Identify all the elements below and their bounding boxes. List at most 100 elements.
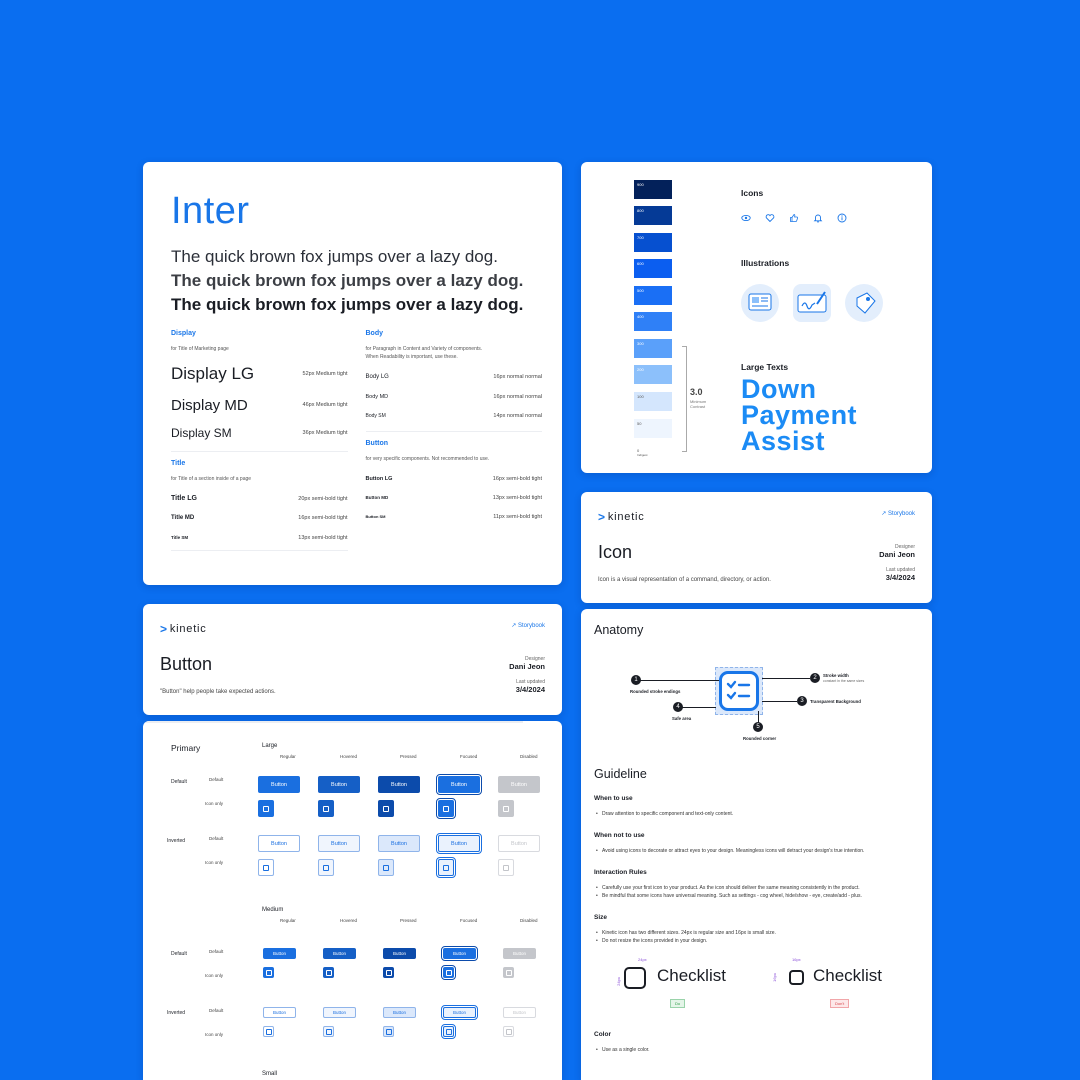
button-variants-grid: Large Regular Hovered Pressed Focused Disable… (143, 721, 562, 1077)
sample-button[interactable]: Button (436, 833, 482, 854)
icon-only-button[interactable] (503, 1026, 514, 1037)
icon-only-button[interactable] (323, 967, 334, 978)
row-label: Default (209, 949, 224, 954)
plus-square-icon (385, 969, 392, 976)
divider (171, 451, 348, 452)
icon-only-button[interactable] (318, 800, 334, 817)
type-spec: 52px Medium tight (302, 371, 348, 377)
sample-button[interactable]: Button (503, 948, 536, 959)
icon-only-button[interactable] (436, 857, 456, 878)
plus-square-icon (443, 805, 449, 812)
icon-only-button[interactable] (503, 967, 514, 978)
state-column-header: Hovered (340, 918, 358, 923)
checklist-icon-24 (624, 967, 646, 989)
icon-only-button[interactable] (383, 967, 394, 978)
icon-only-button[interactable] (318, 859, 334, 876)
button-matrix-card: Primary Large Regular Hovered Pressed Focuse… (143, 721, 562, 1080)
sample-button[interactable]: Button (323, 948, 356, 959)
sample-button[interactable]: Button (383, 948, 416, 959)
sample-button[interactable]: Button (441, 946, 478, 961)
sample-button[interactable]: Button (263, 948, 296, 959)
guideline-heading: Guideline (594, 767, 647, 781)
kinetic-logo[interactable]: > kinetic (598, 510, 915, 524)
plus-square-icon (385, 1028, 392, 1035)
button-type-heading: Button (365, 440, 389, 447)
size-16-label-vertical: 16px (771, 973, 777, 982)
sample-button[interactable]: Button (323, 1007, 356, 1018)
checklist-label: Checklist (813, 966, 882, 985)
body-heading: Body (365, 330, 384, 337)
icon-only-button[interactable] (498, 859, 514, 876)
title-heading: Title (171, 460, 186, 467)
icon-only-button[interactable] (378, 859, 394, 876)
plus-square-icon (383, 805, 389, 812)
type-spec: 16px semi-bold tight (492, 475, 542, 482)
icon-only-button[interactable] (378, 800, 394, 817)
sample-button[interactable]: Button (258, 776, 300, 793)
sample-button[interactable]: Button (498, 835, 540, 852)
illustration-tag (845, 284, 883, 322)
thumbs-up-icon (790, 214, 798, 222)
bell-icon (813, 214, 823, 223)
sample-button[interactable]: Button (503, 1007, 536, 1018)
sample-button[interactable]: Button (383, 1007, 416, 1018)
illustrations-heading: Illustrations (741, 258, 790, 268)
plus-square-icon (505, 1028, 512, 1035)
sample-button[interactable]: Button (318, 776, 360, 793)
anatomy-diagram: 1 Rounded stroke endings 2 Stroke width … (594, 645, 919, 755)
icon-only-button[interactable] (436, 798, 456, 819)
color-swatch: 600 (634, 259, 672, 278)
sample-button[interactable]: Button (498, 776, 540, 793)
icon-only-button[interactable] (258, 800, 274, 817)
anatomy-marker-2: 2 (810, 673, 820, 683)
sample-button[interactable]: Button (378, 776, 420, 793)
button-type-desc: for very specific components. Not recomm… (365, 456, 490, 462)
type-column-right: Body for Paragraph in Content and Variet… (365, 330, 542, 553)
sample-button[interactable]: Button (318, 835, 360, 852)
type-column-left: Display for Title of Marketing page Disp… (171, 330, 348, 553)
icon-only-button[interactable] (263, 967, 274, 978)
icon-only-button[interactable] (263, 1026, 274, 1037)
sample-button[interactable]: Button (263, 1007, 296, 1018)
large-text-line: Assist (741, 426, 826, 456)
plus-square-icon (323, 864, 329, 871)
icon-only-button[interactable] (441, 1024, 456, 1039)
storybook-link[interactable]: ↗ Storybook (511, 622, 545, 629)
contrast-bracket (682, 346, 687, 452)
icon-only-button[interactable] (441, 965, 456, 980)
anatomy-marker-3: 3 (797, 696, 807, 706)
icon-only-button[interactable] (323, 1026, 334, 1037)
color-swatch: 100 (634, 392, 672, 411)
icon-only-button[interactable] (498, 800, 514, 817)
icon-only-button[interactable] (258, 859, 274, 876)
color-swatch: 500 (634, 286, 672, 305)
body-desc: for Paragraph in Content and Variety of … (365, 346, 483, 352)
brand-name: kinetic (607, 511, 645, 523)
kinetic-logo[interactable]: > kinetic (160, 622, 545, 636)
sample-button[interactable]: Button (436, 774, 482, 795)
plus-square-icon (323, 805, 329, 812)
page-title: Icon (598, 542, 633, 562)
list-item: Carefully use your first icon to your pr… (594, 884, 919, 892)
icon-only-button[interactable] (383, 1026, 394, 1037)
icon-page-header: > kinetic ↗ Storybook Icon Icon is a vis… (581, 492, 932, 603)
color-swatch: 300 (634, 339, 672, 358)
state-column-header: Hovered (340, 754, 358, 759)
size-24-label: 24px (638, 957, 647, 962)
display-desc: for Title of Marketing page (171, 346, 229, 352)
variant-label: Inverted (167, 1010, 186, 1016)
list-item: Do not resize the icons provided in your… (594, 937, 919, 945)
type-sample-name: Title SM (171, 535, 189, 540)
anatomy-label-2: Stroke width (823, 673, 849, 678)
anatomy-marker-1: 1 (631, 675, 641, 685)
designer-meta: Designer Dani Jeon Last updated 3/4/2024 (509, 656, 545, 694)
storybook-link[interactable]: ↗ Storybook (881, 510, 915, 517)
sample-button[interactable]: Button (258, 835, 300, 852)
anatomy-marker-5: 5 (753, 722, 763, 732)
sample-button[interactable]: Button (378, 835, 420, 852)
color-swatch: 50 (634, 419, 672, 438)
type-sample-name: Display SM (171, 426, 232, 440)
color-swatch: 800 (634, 206, 672, 225)
sample-button[interactable]: Button (441, 1005, 478, 1020)
large-text-line: Payment (741, 400, 858, 430)
